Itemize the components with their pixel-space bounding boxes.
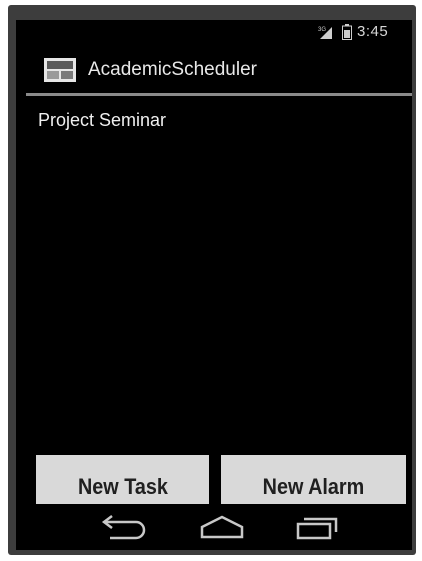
new-alarm-button-label: New Alarm	[262, 474, 365, 499]
phone-screen: 3G 3:45 AcademicScheduler Project Semina…	[16, 20, 412, 550]
signal-icon: 3G	[318, 27, 332, 39]
action-bar-divider	[26, 93, 412, 96]
app-title: AcademicScheduler	[88, 59, 257, 80]
new-alarm-button[interactable]: New Alarm	[221, 455, 406, 504]
action-bar: AcademicScheduler	[16, 50, 412, 92]
status-bar: 3G 3:45	[16, 20, 412, 44]
battery-icon	[342, 24, 352, 40]
list-item[interactable]: Project Seminar	[38, 110, 166, 131]
home-icon[interactable]	[199, 515, 245, 539]
back-icon[interactable]	[96, 514, 148, 540]
new-task-button-label: New Task	[77, 474, 168, 499]
status-clock: 3:45	[357, 23, 389, 40]
new-task-button[interactable]: New Task	[36, 455, 209, 504]
app-icon[interactable]	[44, 58, 76, 82]
recents-icon[interactable]	[296, 516, 340, 540]
svg-text:3G: 3G	[318, 27, 326, 33]
navigation-bar	[16, 504, 412, 550]
